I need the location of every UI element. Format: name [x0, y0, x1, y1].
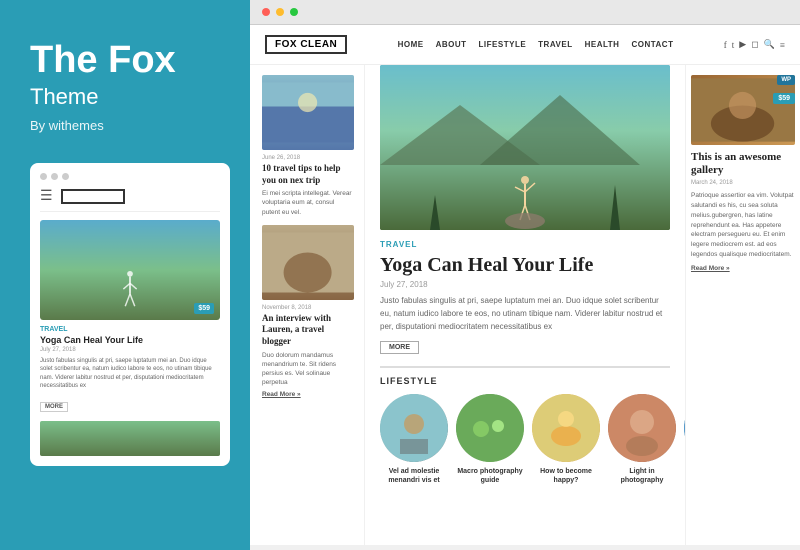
mobile-dot-3	[62, 173, 69, 180]
site-header: FOX CLEAN HOME ABOUT LIFESTYLE TRAVEL HE…	[250, 25, 800, 65]
lifestyle-grid: Vel ad molestie menandri vis et Macro p	[380, 394, 670, 485]
main-article-title[interactable]: Yoga Can Heal Your Life	[380, 253, 670, 277]
browser-minimize-dot	[276, 8, 284, 16]
browser-mockup: FOX CLEAN HOME ABOUT LIFESTYLE TRAVEL HE…	[250, 0, 800, 550]
mobile-logo: FOX CLEAN	[61, 189, 126, 204]
theme-subtitle: Theme	[30, 84, 220, 110]
nav-home[interactable]: HOME	[398, 40, 424, 49]
sidebar-article2-title[interactable]: An interview with Lauren, a travel blogg…	[262, 313, 354, 348]
far-right-thumbnail	[691, 75, 795, 145]
center-column: TRAVEL Yoga Can Heal Your Life July 27, …	[365, 65, 685, 545]
mobile-more-button[interactable]: MORE	[40, 402, 68, 412]
lifestyle-circle-3	[532, 394, 600, 462]
sidebar-thumb-1	[262, 75, 354, 150]
facebook-icon: f	[724, 40, 727, 50]
nav-health[interactable]: HEALTH	[585, 40, 620, 49]
lifestyle-item-4[interactable]: Light in photography	[608, 394, 676, 485]
sidebar-read-more[interactable]: Read More »	[262, 391, 354, 398]
theme-title: The Fox	[30, 40, 220, 82]
instagram-icon: ◻	[751, 39, 758, 50]
mobile-article-title: Yoga Can Heal Your Life	[40, 335, 220, 345]
price-badge-side: $59	[773, 93, 795, 104]
sidebar-article1-title[interactable]: 10 travel tips to help you on nex trip	[262, 163, 354, 186]
mobile-article-date: July 27, 2018	[40, 347, 220, 353]
left-content-sidebar: June 26, 2018 10 travel tips to help you…	[250, 65, 365, 545]
sidebar-article1-excerpt: Ei mei scripta intellegat. Verear volupt…	[262, 189, 354, 216]
twitter-icon: t	[732, 40, 735, 50]
mobile-hero-figure	[120, 270, 140, 310]
mobile-hamburger-icon: ☰	[40, 188, 53, 205]
nav-contact[interactable]: CONTACT	[631, 40, 673, 49]
mobile-dot-2	[51, 173, 58, 180]
site-logo[interactable]: FOX CLEAN	[265, 35, 347, 54]
main-article-category: TRAVEL	[380, 240, 670, 249]
lifestyle-title-2: Macro photography guide	[456, 467, 524, 485]
mobile-hero-image: $59	[40, 220, 220, 320]
sidebar-article2-date: November 8, 2018	[262, 305, 354, 311]
far-right-article-excerpt: Patrioque assertior ea vim. Volutpat sal…	[691, 191, 795, 259]
mobile-next-thumbnail	[40, 421, 220, 456]
by-line: By withemes	[30, 118, 220, 133]
menu-icon[interactable]: ≡	[780, 40, 785, 50]
nav-lifestyle[interactable]: LIFESTYLE	[479, 40, 527, 49]
site-nav: HOME ABOUT LIFESTYLE TRAVEL HEALTH CONTA…	[398, 40, 674, 49]
mobile-topbar: ☰ FOX CLEAN	[40, 188, 220, 212]
site-main: June 26, 2018 10 travel tips to help you…	[250, 65, 800, 545]
left-panel: The Fox Theme By withemes ☰ FOX CLEAN $5…	[0, 0, 250, 550]
nav-about[interactable]: ABOUT	[436, 40, 467, 49]
youtube-icon: ▶	[739, 39, 746, 50]
far-right-sidebar: WP $59 This is an awesome gallery March …	[685, 65, 800, 545]
browser-chrome	[250, 0, 800, 25]
hero-image	[380, 65, 670, 230]
mobile-dot-1	[40, 173, 47, 180]
mobile-price-badge: $59	[194, 303, 214, 314]
sidebar-article1-date: June 26, 2018	[262, 155, 354, 161]
nav-travel[interactable]: TRAVEL	[538, 40, 572, 49]
far-right-read-more[interactable]: Read More »	[691, 265, 795, 272]
browser-maximize-dot	[290, 8, 298, 16]
lifestyle-label: LIFESTYLE	[380, 376, 670, 386]
far-right-article-date: March 24, 2018	[691, 180, 795, 186]
lifestyle-title-3: How to become happy?	[532, 467, 600, 485]
main-article-date: July 27, 2018	[380, 280, 670, 289]
lifestyle-circle-1	[380, 394, 448, 462]
main-article-excerpt: Justo fabulas singulis at pri, saepe lup…	[380, 295, 670, 333]
site-nav-icons: f t ▶ ◻ 🔍 ≡	[724, 39, 785, 50]
sidebar-thumb-2	[262, 225, 354, 300]
far-right-article-title[interactable]: This is an awesome gallery	[691, 151, 795, 177]
browser-close-dot	[262, 8, 270, 16]
main-more-button[interactable]: MORE	[380, 341, 419, 354]
sidebar-article2-excerpt: Duo dolorum mandamus menandrium te. Sit …	[262, 351, 354, 387]
lifestyle-section: LIFESTYLE Vel ad molestie menandri vis e…	[380, 366, 670, 485]
wp-badge: WP	[777, 75, 795, 85]
lifestyle-item-1[interactable]: Vel ad molestie menandri vis et	[380, 394, 448, 485]
lifestyle-item-2[interactable]: Macro photography guide	[456, 394, 524, 485]
lifestyle-item-3[interactable]: How to become happy?	[532, 394, 600, 485]
browser-content: FOX CLEAN HOME ABOUT LIFESTYLE TRAVEL HE…	[250, 25, 800, 545]
search-icon[interactable]: 🔍	[764, 39, 775, 50]
lifestyle-title-4: Light in photography	[608, 467, 676, 485]
lifestyle-circle-2	[456, 394, 524, 462]
lifestyle-title-1: Vel ad molestie menandri vis et	[380, 467, 448, 485]
mobile-article-category: TRAVEL	[40, 326, 220, 333]
mobile-article-excerpt: Justo fabulas singulis at pri, saepe lup…	[40, 357, 220, 391]
lifestyle-circle-4	[608, 394, 676, 462]
mobile-preview: ☰ FOX CLEAN $59 TRAVEL Yoga Can Heal You…	[30, 163, 230, 467]
mobile-window-dots	[40, 173, 220, 180]
